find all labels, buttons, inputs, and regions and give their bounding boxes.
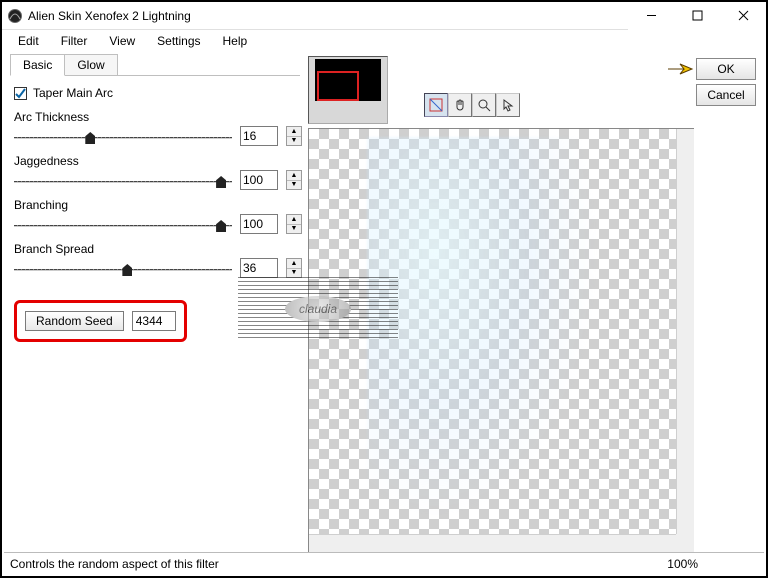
title-bar: Alien Skin Xenofex 2 Lightning <box>2 2 766 30</box>
branching-spinner[interactable]: ▲▼ <box>286 214 302 234</box>
cancel-button[interactable]: Cancel <box>696 84 756 106</box>
split-preview-tool[interactable] <box>424 93 448 117</box>
menu-settings[interactable]: Settings <box>147 32 210 50</box>
branching-label: Branching <box>14 198 304 212</box>
menu-view[interactable]: View <box>99 32 145 50</box>
ok-button[interactable]: OK <box>696 58 756 80</box>
branching-input[interactable] <box>240 214 278 234</box>
preview-canvas[interactable] <box>308 128 694 552</box>
random-seed-button[interactable]: Random Seed <box>25 311 124 331</box>
preview-scrollbar-vertical[interactable] <box>676 129 694 534</box>
close-button[interactable] <box>720 2 766 30</box>
dialog-buttons: OK Cancel <box>694 54 764 552</box>
menu-edit[interactable]: Edit <box>8 32 49 50</box>
branch-spread-slider[interactable] <box>14 261 232 275</box>
taper-main-arc-label: Taper Main Arc <box>33 86 113 100</box>
jaggedness-spinner[interactable]: ▲▼ <box>286 170 302 190</box>
tab-glow[interactable]: Glow <box>64 54 117 75</box>
zoom-level: 100% <box>667 557 698 571</box>
zoom-tool[interactable] <box>472 93 496 117</box>
app-icon <box>6 7 24 25</box>
branching-slider[interactable] <box>14 217 232 231</box>
jaggedness-label: Jaggedness <box>14 154 304 168</box>
menu-help[interactable]: Help <box>213 32 258 50</box>
arc-thickness-slider[interactable] <box>14 129 232 143</box>
pointing-hand-icon <box>666 60 694 78</box>
navigator-thumbnail[interactable] <box>308 56 388 124</box>
minimize-button[interactable] <box>628 2 674 30</box>
preview-toolbar <box>424 93 520 117</box>
menu-filter[interactable]: Filter <box>51 32 98 50</box>
arc-thickness-label: Arc Thickness <box>14 110 304 124</box>
lightning-effect-overlay <box>367 137 598 518</box>
window-title: Alien Skin Xenofex 2 Lightning <box>28 9 628 23</box>
menu-bar: Edit Filter View Settings Help <box>2 30 766 52</box>
preview-scrollbar-horizontal[interactable] <box>309 534 676 552</box>
random-seed-input[interactable] <box>132 311 176 331</box>
arc-thickness-input[interactable] <box>240 126 278 146</box>
pointer-tool[interactable] <box>496 93 520 117</box>
jaggedness-input[interactable] <box>240 170 278 190</box>
taper-main-arc-checkbox[interactable] <box>14 87 27 100</box>
tab-basic[interactable]: Basic <box>10 54 65 76</box>
maximize-button[interactable] <box>674 2 720 30</box>
settings-panel: Basic Glow Taper Main Arc Arc Thickness … <box>4 54 308 552</box>
random-seed-highlight: Random Seed <box>14 300 187 342</box>
tab-strip: Basic Glow <box>10 54 300 76</box>
arc-thickness-spinner[interactable]: ▲▼ <box>286 126 302 146</box>
jaggedness-slider[interactable] <box>14 173 232 187</box>
branch-spread-label: Branch Spread <box>14 242 304 256</box>
status-text: Controls the random aspect of this filte… <box>10 557 219 571</box>
preview-panel <box>308 54 694 552</box>
branch-spread-input[interactable] <box>240 258 278 278</box>
status-bar: Controls the random aspect of this filte… <box>4 552 764 574</box>
preview-scrollbar-corner <box>676 534 694 552</box>
hand-tool[interactable] <box>448 93 472 117</box>
taper-main-arc-row: Taper Main Arc <box>14 86 304 100</box>
branch-spread-spinner[interactable]: ▲▼ <box>286 258 302 278</box>
